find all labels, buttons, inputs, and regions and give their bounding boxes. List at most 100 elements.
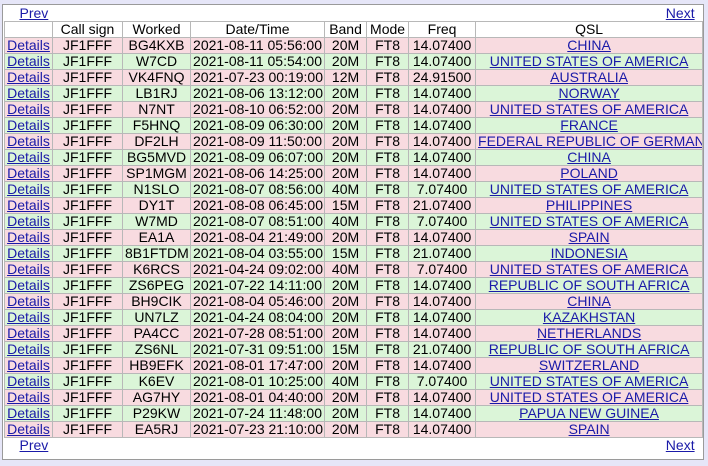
qsl-link[interactable]: UNITED STATES OF AMERICA [490,375,689,389]
qsl-link[interactable]: KAZAKHSTAN [543,311,635,325]
details-link[interactable]: Details [7,423,50,437]
qsl-link[interactable]: CHINA [567,295,611,309]
table-row: Details JF1FFF BH9CIK 2021-08-04 05:46:00 20… [4,293,704,310]
qsl-link[interactable]: SPAIN [569,423,610,437]
call-sign-cell: JF1FFF [52,133,123,150]
qsl-link[interactable]: FRANCE [560,119,618,133]
details-link[interactable]: Details [7,55,50,69]
date-time-cell: 2021-08-11 05:54:00 [189,53,326,70]
details-link[interactable]: Details [7,71,50,85]
date-time-cell: 2021-08-01 04:40:00 [189,389,326,406]
next-link-bottom[interactable]: Next [666,438,695,454]
freq-cell: 14.07400 [408,37,477,54]
qsl-link[interactable]: UNITED STATES OF AMERICA [490,215,689,229]
qsl-link[interactable]: CHINA [567,39,611,53]
qsl-link[interactable]: UNITED STATES OF AMERICA [490,391,689,405]
worked-cell: W7MD [122,213,191,230]
details-link[interactable]: Details [7,199,50,213]
freq-cell: 14.07400 [408,309,477,326]
details-link[interactable]: Details [7,135,50,149]
table-row: Details JF1FFF F5HNQ 2021-08-09 06:30:00 20M… [4,117,704,134]
prev-link-bottom[interactable]: Prev [20,438,49,454]
prev-link[interactable]: Prev [20,6,49,21]
band-cell: 20M [324,133,368,150]
date-time-cell: 2021-08-06 13:12:00 [189,85,326,102]
band-cell: 20M [324,85,368,102]
details-link[interactable]: Details [7,407,50,421]
band-cell: 15M [324,341,368,358]
mode-cell: FT8 [366,37,410,54]
details-link[interactable]: Details [7,391,50,405]
details-link[interactable]: Details [7,231,50,245]
qsl-link[interactable]: INDONESIA [551,247,628,261]
qsl-link[interactable]: UNITED STATES OF AMERICA [490,55,689,69]
mode-cell: FT8 [366,293,410,310]
worked-cell: PA4CC [122,325,191,342]
band-cell: 15M [324,245,368,262]
qso-log-table: Prev Next Call sign Worked Date/Time Ban… [4,6,704,454]
qsl-link[interactable]: UNITED STATES OF AMERICA [490,103,689,117]
details-link[interactable]: Details [7,183,50,197]
qsl-link[interactable]: NETHERLANDS [537,327,641,341]
call-sign-cell: JF1FFF [52,261,123,278]
mode-cell: FT8 [366,213,410,230]
date-time-cell: 2021-08-07 08:51:00 [189,213,326,230]
call-sign-cell: JF1FFF [52,197,123,214]
worked-cell: F5HNQ [122,117,191,134]
details-link[interactable]: Details [7,343,50,357]
table-row: Details JF1FFF K6EV 2021-08-01 10:25:00 40M F… [4,373,704,390]
date-time-cell: 2021-08-07 08:56:00 [189,181,326,198]
qsl-link[interactable]: POLAND [560,167,618,181]
worked-cell: BG4KXB [122,37,191,54]
table-row: Details JF1FFF DY1T 2021-08-08 06:45:00 15M F… [4,197,704,214]
qsl-link[interactable]: CHINA [567,151,611,165]
qsl-link[interactable]: NORWAY [558,87,619,101]
band-cell: 20M [324,389,368,406]
freq-cell: 14.07400 [408,325,477,342]
details-link[interactable]: Details [7,263,50,277]
table-row: Details JF1FFF AG7HY 2021-08-01 04:40:00 20M… [4,389,704,406]
details-link[interactable]: Details [7,311,50,325]
details-link[interactable]: Details [7,87,50,101]
qsl-link[interactable]: AUSTRALIA [550,71,628,85]
qsl-link[interactable]: SWITZERLAND [539,359,639,373]
date-time-cell: 2021-08-04 03:55:00 [189,245,326,262]
mode-cell: FT8 [366,101,410,118]
qsl-link[interactable]: PAPUA NEW GUINEA [519,407,659,421]
qsl-link[interactable]: SPAIN [569,231,610,245]
qsl-link[interactable]: FEDERAL REPUBLIC OF GERMANY [478,135,702,149]
qsl-link[interactable]: REPUBLIC OF SOUTH AFRICA [489,279,690,293]
details-link[interactable]: Details [7,215,50,229]
freq-cell: 7.07400 [408,373,477,390]
details-link[interactable]: Details [7,39,50,53]
next-link[interactable]: Next [666,6,695,21]
details-link[interactable]: Details [7,119,50,133]
details-link[interactable]: Details [7,247,50,261]
call-sign-cell: JF1FFF [52,213,123,230]
worked-cell: EA5RJ [122,421,191,438]
mode-cell: FT8 [366,421,410,438]
band-cell: 20M [324,357,368,374]
qsl-link[interactable]: PHILIPPINES [546,199,632,213]
worked-cell: VK4FNQ [122,69,191,86]
table-row: Details JF1FFF SP1MGM 2021-08-06 14:25:00 20… [4,165,704,182]
details-link[interactable]: Details [7,359,50,373]
details-link[interactable]: Details [7,103,50,117]
qsl-link[interactable]: UNITED STATES OF AMERICA [490,263,689,277]
band-cell: 20M [324,165,368,182]
call-sign-cell: JF1FFF [52,101,123,118]
qsl-link[interactable]: REPUBLIC OF SOUTH AFRICA [489,343,690,357]
details-link[interactable]: Details [7,151,50,165]
details-link[interactable]: Details [7,167,50,181]
call-sign-cell: JF1FFF [52,405,123,422]
details-link[interactable]: Details [7,375,50,389]
date-time-cell: 2021-04-24 08:04:00 [189,309,326,326]
freq-cell: 21.07400 [408,197,477,214]
table-row: Details JF1FFF ZS6PEG 2021-07-22 14:11:00 20… [4,277,704,294]
details-link[interactable]: Details [7,295,50,309]
details-link[interactable]: Details [7,279,50,293]
qsl-link[interactable]: UNITED STATES OF AMERICA [490,183,689,197]
table-row: Details JF1FFF BG5MVD 2021-08-09 06:07:00 20… [4,149,704,166]
details-link[interactable]: Details [7,327,50,341]
worked-cell: P29KW [122,405,191,422]
